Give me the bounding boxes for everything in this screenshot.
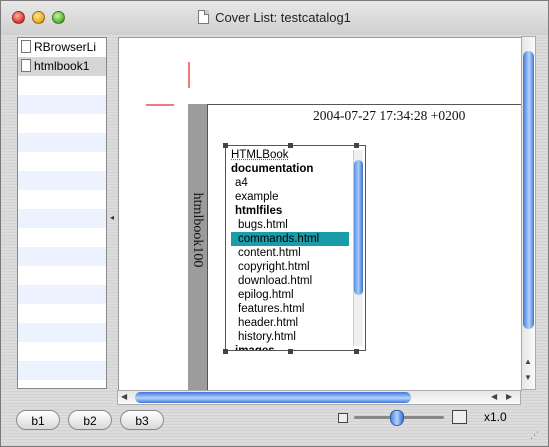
contents-text-box[interactable]: HTMLBook documentation a4 example htmlfi… bbox=[225, 145, 366, 351]
textbox-line: htmlfiles bbox=[235, 205, 283, 217]
resize-handle[interactable] bbox=[223, 143, 228, 148]
textbox-scrollbar[interactable] bbox=[353, 150, 363, 346]
page-top-edge bbox=[207, 104, 521, 105]
textbox-line: download.html bbox=[238, 275, 313, 287]
textbox-line: a4 bbox=[235, 177, 248, 189]
textbox-line: copyright.html bbox=[238, 261, 310, 273]
textbox-line: HTMLBook bbox=[231, 149, 289, 161]
b2-button[interactable]: b2 bbox=[68, 410, 112, 430]
resize-handle[interactable] bbox=[354, 143, 359, 148]
page-icon bbox=[21, 59, 31, 72]
cover-list[interactable]: RBrowserLi htmlbook1 bbox=[17, 37, 107, 389]
crop-mark-vertical bbox=[188, 62, 190, 88]
scroll-left-arrow-icon[interactable]: ◀ bbox=[491, 392, 497, 401]
zoom-level-label: x1.0 bbox=[484, 410, 507, 424]
scroll-right-arrow-icon[interactable]: ▶ bbox=[506, 392, 512, 401]
resize-handle[interactable] bbox=[223, 349, 228, 354]
b1-button[interactable]: b1 bbox=[16, 410, 60, 430]
vertical-scrollbar[interactable]: ▲ ▼ bbox=[521, 36, 536, 390]
list-item-label: htmlbook1 bbox=[34, 59, 90, 73]
textbox-line: history.html bbox=[238, 331, 296, 343]
zoom-slider-knob[interactable] bbox=[390, 410, 404, 426]
scroll-up-arrow-icon[interactable]: ▲ bbox=[524, 357, 532, 366]
list-item-rbrowserli[interactable]: RBrowserLi bbox=[18, 38, 106, 57]
window-title: Cover List: testcatalog1 bbox=[215, 10, 351, 25]
textbox-line: bugs.html bbox=[238, 219, 288, 231]
textbox-line: content.html bbox=[238, 247, 301, 259]
b3-button[interactable]: b3 bbox=[120, 410, 164, 430]
title-bar: Cover List: testcatalog1 bbox=[1, 1, 548, 35]
zoom-out-icon[interactable] bbox=[338, 413, 348, 423]
list-item-htmlbook1[interactable]: htmlbook1 bbox=[18, 57, 106, 76]
split-view-handle[interactable]: ◂ bbox=[110, 213, 114, 222]
textbox-line: features.html bbox=[238, 303, 305, 315]
textbox-scroll-thumb[interactable] bbox=[354, 160, 363, 295]
textbox-line-selected[interactable]: commands.html bbox=[231, 232, 349, 246]
window-title-area: Cover List: testcatalog1 bbox=[1, 10, 548, 25]
textbox-line: documentation bbox=[231, 163, 314, 175]
textbox-line: epilog.html bbox=[238, 289, 294, 301]
resize-grip-icon[interactable]: ⋰ bbox=[530, 430, 544, 444]
crop-mark-horizontal bbox=[146, 104, 174, 106]
resize-handle[interactable] bbox=[288, 349, 293, 354]
page-icon bbox=[21, 40, 31, 53]
page-left-edge bbox=[207, 104, 208, 390]
vertical-scroll-thumb[interactable] bbox=[523, 51, 534, 329]
horizontal-scrollbar[interactable]: ◀ ◀ ▶ bbox=[117, 390, 521, 405]
scroll-down-arrow-icon[interactable]: ▼ bbox=[524, 373, 532, 382]
list-item-label: RBrowserLi bbox=[34, 40, 97, 54]
resize-handle[interactable] bbox=[288, 143, 293, 148]
zoom-in-icon[interactable] bbox=[452, 410, 467, 424]
horizontal-scroll-thumb[interactable] bbox=[135, 392, 411, 403]
timestamp-text: 2004-07-27 17:34:28 +0200 bbox=[313, 108, 466, 123]
textbox-line: header.html bbox=[238, 317, 299, 329]
resize-handle[interactable] bbox=[354, 349, 359, 354]
textbox-line: example bbox=[235, 191, 279, 203]
spine-title: htmlbook100 bbox=[190, 192, 205, 268]
scroll-left-arrow-icon[interactable]: ◀ bbox=[121, 392, 127, 401]
document-icon bbox=[198, 10, 210, 24]
textbox-line: images bbox=[235, 345, 275, 351]
